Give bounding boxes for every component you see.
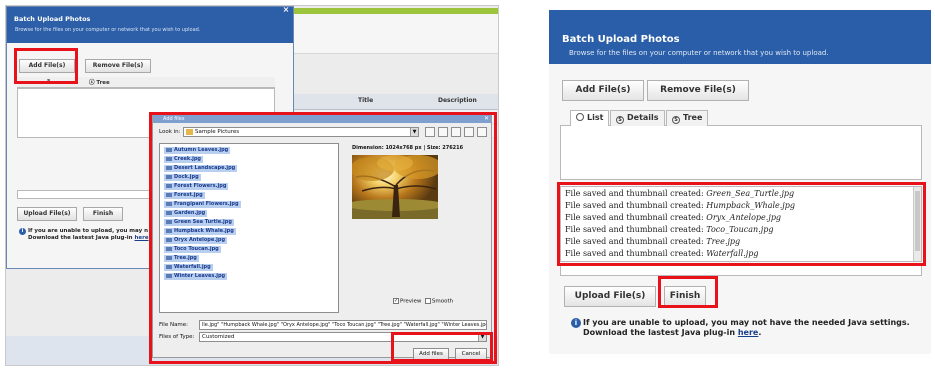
dialog-header: Batch Upload Photos Browse for the files… — [7, 7, 293, 43]
java-plugin-link[interactable]: here — [134, 235, 148, 241]
radio-icon — [576, 113, 584, 121]
finish-button[interactable]: Finish — [83, 207, 123, 221]
title-column-header: Title — [358, 97, 374, 104]
dialog-header: Batch Upload Photos Browse for the files… — [549, 10, 931, 64]
remove-files-button[interactable]: Remove File(s) — [85, 59, 151, 73]
tab-tree[interactable]: S Tree — [666, 110, 709, 126]
left-screenshot: Title Description Batch Upload Photos Br… — [5, 5, 499, 366]
add-files-button[interactable]: Add File(s) — [562, 80, 644, 101]
view-tabs: List S Details S Tree — [560, 110, 922, 126]
dialog-title: Batch Upload Photos — [14, 15, 91, 23]
upload-files-button[interactable]: Upload File(s) — [17, 207, 77, 221]
highlight-add-files-dialog — [149, 112, 497, 364]
java-plugin-link[interactable]: here — [738, 328, 759, 337]
dialog-subtitle: Browse for the files on your computer or… — [15, 27, 201, 33]
highlight-add-files-confirm — [391, 332, 493, 362]
info-icon: i — [19, 228, 26, 235]
upload-files-button[interactable]: Upload File(s) — [564, 286, 656, 307]
tab-tree[interactable]: ⓢ Tree — [89, 78, 110, 86]
right-screenshot: Batch Upload Photos Browse for the files… — [549, 0, 931, 369]
tab-list[interactable]: List — [570, 110, 610, 126]
dialog-subtitle: Browse for the files on your computer or… — [569, 49, 829, 57]
highlight-finish-button — [658, 276, 718, 308]
background-table-header: Title Description — [288, 94, 498, 110]
java-notice: i If you are unable to upload, you may no… — [571, 318, 921, 338]
description-column-header: Description — [438, 97, 477, 104]
dialog-title: Batch Upload Photos — [562, 34, 680, 45]
remove-files-button[interactable]: Remove File(s) — [647, 80, 749, 101]
radio-icon: S — [616, 116, 624, 124]
background-page — [288, 14, 498, 54]
tab-details[interactable]: S Details — [610, 110, 665, 126]
close-icon[interactable]: × — [279, 6, 293, 15]
highlight-upload-log — [557, 182, 926, 266]
highlight-add-files — [14, 48, 78, 84]
info-icon: i — [571, 318, 581, 328]
radio-icon: S — [672, 116, 680, 124]
file-list-area[interactable] — [560, 126, 922, 180]
